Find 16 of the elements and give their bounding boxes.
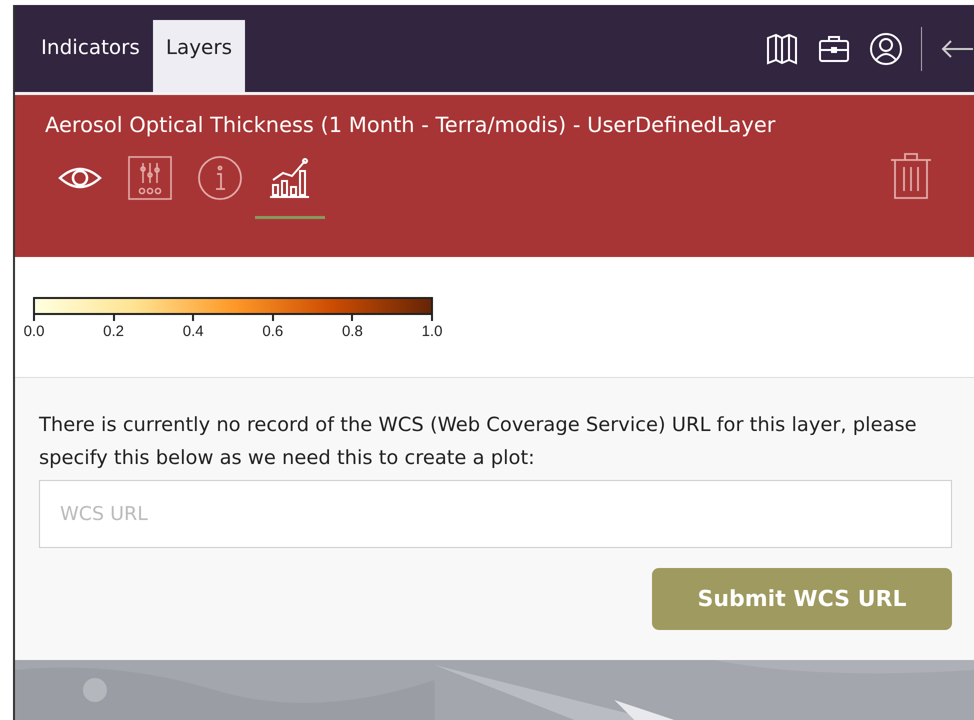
- scale-label: 0.2: [103, 323, 124, 340]
- scale-label: 0.8: [342, 323, 363, 340]
- scale-label: 0.4: [182, 323, 204, 340]
- layer-title: Aerosol Optical Thickness (1 Month - Terra/modis) - UserDefinedLayer: [45, 113, 776, 137]
- user-icon[interactable]: [869, 32, 903, 66]
- tab[interactable]: Indicators: [28, 20, 153, 92]
- scale-label: 1.0: [422, 323, 442, 340]
- wcs-message: There is currently no record of the WCS (Web Coverage Service) URL for this layer, please specify this below as we need this to create a plot:: [39, 412, 918, 471]
- sliders-icon: [127, 155, 173, 201]
- map-icon[interactable]: [765, 32, 799, 66]
- scale-label: 0.6: [262, 323, 284, 340]
- wcs-url-field[interactable]: WCS URL: [39, 480, 952, 548]
- scale-label: 0.0: [24, 323, 44, 340]
- trash-icon[interactable]: [888, 151, 934, 201]
- tab[interactable]: Layers: [152, 20, 245, 92]
- info-icon: [197, 155, 243, 201]
